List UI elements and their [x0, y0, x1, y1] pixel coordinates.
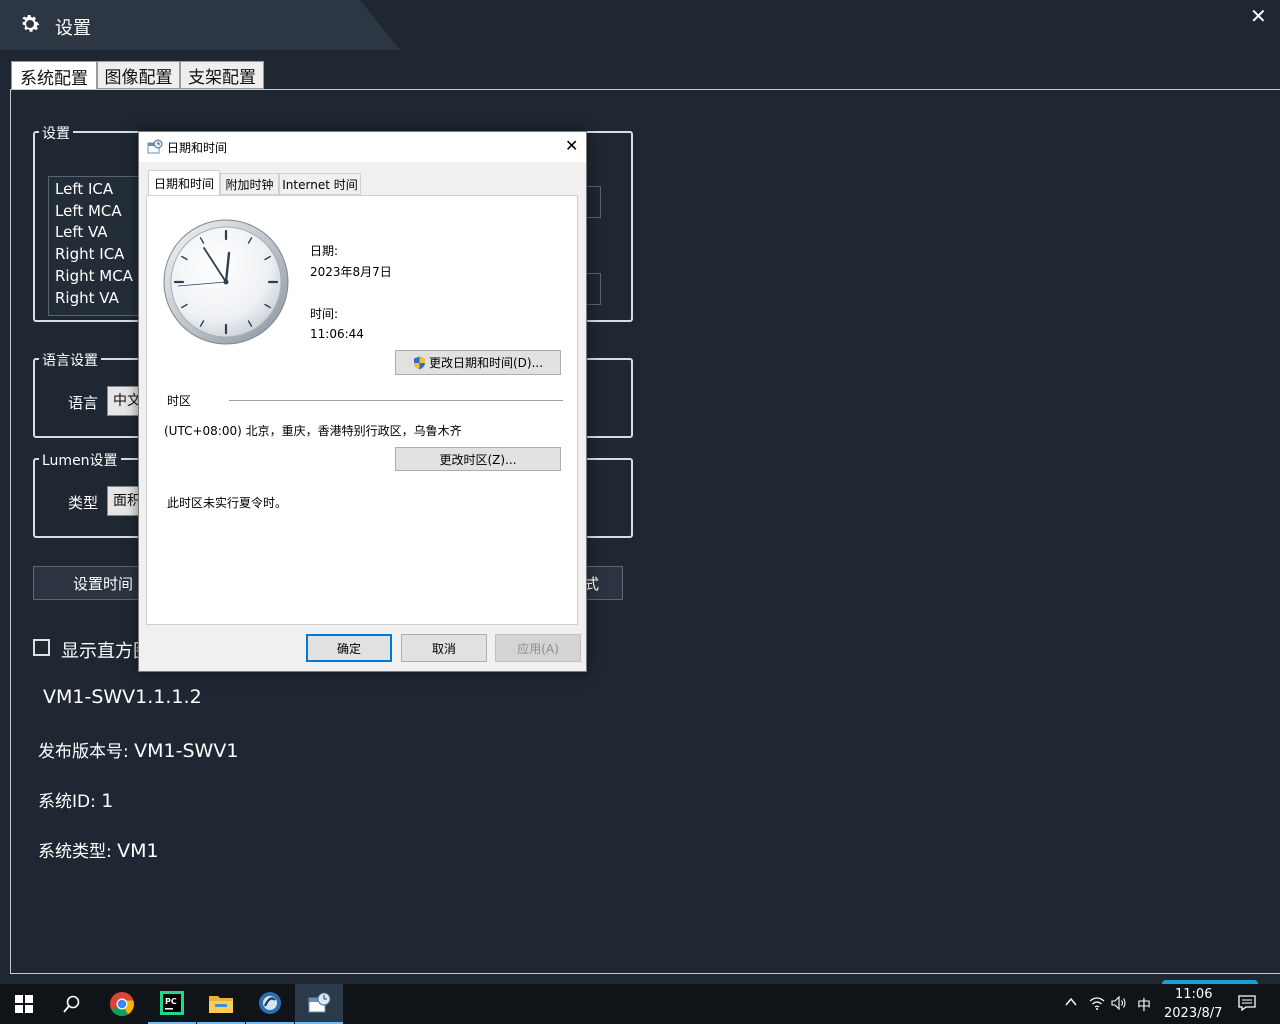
- close-icon[interactable]: ✕: [1250, 4, 1267, 28]
- release-label: 发布版本号:: [38, 742, 129, 762]
- uac-shield-icon: [413, 356, 425, 369]
- dialog-close-icon[interactable]: ✕: [565, 136, 578, 155]
- time-label: 时间:: [310, 307, 339, 321]
- dialog-tab-date-time[interactable]: 日期和时间: [148, 170, 220, 196]
- date-time-icon: [147, 139, 163, 154]
- chevron-up-icon[interactable]: [1064, 995, 1078, 1013]
- network-icon[interactable]: [1089, 996, 1105, 1014]
- tray-date[interactable]: 2023/8/7: [1164, 1006, 1222, 1021]
- list-item[interactable]: Right MCA: [55, 267, 133, 285]
- list-item[interactable]: Right ICA: [55, 245, 124, 263]
- section-divider: [229, 400, 563, 401]
- change-datetime-button-label: 更改日期和时间(D)...: [428, 356, 544, 370]
- app-icon[interactable]: [246, 984, 294, 1024]
- system-id: 系统ID: 1: [38, 787, 113, 812]
- date-time-dialog: 日期和时间 ✕ 日期和时间 附加时钟 Internet 时间 日期: 2023年…: [138, 131, 587, 672]
- ok-button[interactable]: 确定: [306, 634, 392, 662]
- chrome-icon[interactable]: [98, 984, 146, 1024]
- language-label: 语言: [68, 394, 99, 412]
- notification-icon[interactable]: [1238, 995, 1256, 1015]
- lumen-group-legend: Lumen设置: [39, 450, 121, 470]
- ime-indicator[interactable]: 中: [1137, 995, 1151, 1015]
- date-label: 日期:: [310, 244, 339, 258]
- dialog-tab-additional-clocks[interactable]: 附加时钟: [220, 173, 279, 195]
- date-value: 2023年8月7日: [310, 265, 392, 279]
- cancel-button[interactable]: 取消: [401, 634, 487, 662]
- vessel-listbox[interactable]: Left ICA Left MCA Left VA Right ICA Righ…: [48, 176, 143, 316]
- list-item[interactable]: Left ICA: [55, 180, 113, 198]
- analog-clock-icon: [163, 219, 289, 345]
- histogram-checkbox[interactable]: [33, 639, 50, 656]
- settings-group-legend: 设置: [39, 123, 73, 143]
- tray-time[interactable]: 11:06: [1175, 987, 1212, 1002]
- version-text: VM1-SWV1.1.1.2: [43, 686, 202, 708]
- gear-icon: [22, 15, 40, 32]
- change-timezone-button[interactable]: 更改时区(Z)...: [395, 447, 561, 471]
- system-id-value: 1: [101, 790, 114, 812]
- change-datetime-button[interactable]: 更改日期和时间(D)...: [395, 350, 561, 375]
- dst-note: 此时区未实行夏令时。: [167, 496, 288, 510]
- system-type-label: 系统类型:: [38, 842, 112, 862]
- dialog-tab-internet-time[interactable]: Internet 时间: [279, 173, 361, 195]
- list-item[interactable]: Right VA: [55, 289, 119, 307]
- release-value: VM1-SWV1: [134, 740, 239, 762]
- time-value: 11:06:44: [310, 327, 364, 341]
- volume-icon[interactable]: [1111, 995, 1127, 1014]
- pycharm-icon[interactable]: PC: [148, 984, 196, 1024]
- release-version: 发布版本号: VM1-SWV1: [38, 737, 238, 762]
- svg-text:PC: PC: [165, 997, 177, 1006]
- apply-button[interactable]: 应用(A): [495, 634, 581, 662]
- system-type-value: VM1: [117, 840, 159, 862]
- system-type: 系统类型: VM1: [38, 837, 159, 862]
- search-icon[interactable]: [48, 984, 96, 1024]
- tab-image-config[interactable]: 图像配置: [97, 61, 180, 89]
- file-explorer-icon[interactable]: [197, 984, 245, 1024]
- list-item[interactable]: Left VA: [55, 223, 108, 241]
- timezone-section-label: 时区: [167, 394, 192, 408]
- dialog-tab-page: 日期: 2023年8月7日 时间: 11:06:44 更改日期和时间(D)...…: [146, 195, 578, 625]
- timezone-value: (UTC+08:00) 北京，重庆，香港特别行政区，乌鲁木齐: [164, 424, 462, 438]
- tab-system-config[interactable]: 系统配置: [11, 61, 97, 90]
- app-title: 设置: [55, 18, 91, 39]
- tab-stent-config[interactable]: 支架配置: [180, 61, 264, 89]
- date-time-settings-icon[interactable]: [295, 984, 343, 1024]
- lumen-type-label: 类型: [68, 494, 99, 512]
- dialog-title: 日期和时间: [167, 141, 228, 155]
- language-group-legend: 语言设置: [39, 350, 101, 370]
- windows-start-icon[interactable]: [0, 984, 48, 1024]
- system-id-label: 系统ID:: [38, 792, 96, 812]
- list-item[interactable]: Left MCA: [55, 202, 122, 220]
